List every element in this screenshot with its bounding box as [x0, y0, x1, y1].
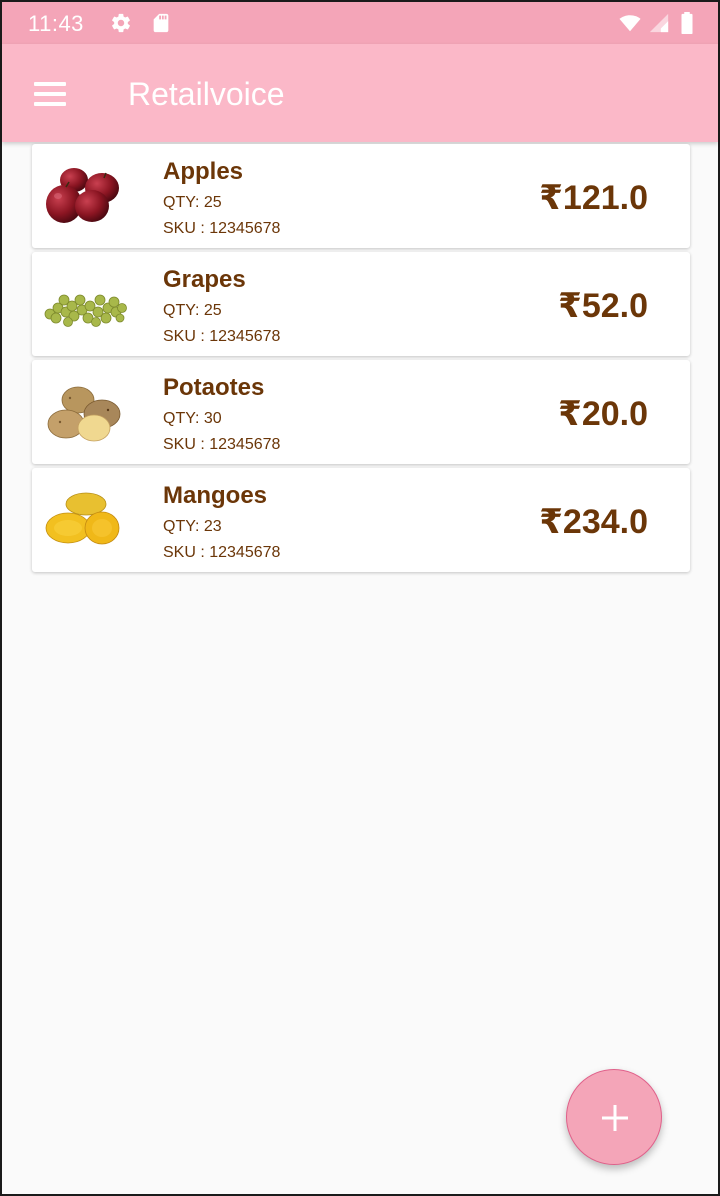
product-card-potatoes[interactable]: Potaotes QTY: 30 SKU : 12345678 ₹20.0: [32, 360, 690, 464]
potatoes-image: [47, 386, 121, 442]
menu-button[interactable]: [24, 72, 72, 116]
mangoes-image: [45, 492, 120, 545]
product-price: ₹121.0: [539, 179, 648, 217]
product-name: Grapes: [163, 266, 246, 293]
product-name: Potaotes: [163, 374, 265, 401]
product-list: Apples QTY: 25 SKU : 12345678 ₹121.0 Gra…: [32, 144, 690, 576]
product-price: ₹20.0: [558, 395, 648, 433]
product-sku: SKU : 12345678: [163, 220, 281, 237]
status-bar: 11:43: [2, 2, 718, 44]
product-name: Mangoes: [163, 482, 268, 509]
product-qty: QTY: 25: [163, 302, 222, 319]
gear-icon: [112, 13, 130, 33]
sd-card-icon: [153, 13, 169, 33]
product-price: ₹52.0: [558, 287, 648, 325]
battery-icon: [681, 12, 693, 34]
add-product-button[interactable]: [566, 1069, 662, 1165]
product-card-apples[interactable]: Apples QTY: 25 SKU : 12345678 ₹121.0: [32, 144, 690, 248]
product-name: Apples: [163, 158, 244, 185]
app-bar: Retailvoice: [2, 44, 718, 142]
product-sku: SKU : 12345678: [163, 544, 281, 561]
product-sku: SKU : 12345678: [163, 328, 281, 345]
product-card-mangoes[interactable]: Mangoes QTY: 23 SKU : 12345678 ₹234.0: [32, 468, 690, 572]
product-qty: QTY: 30: [163, 410, 222, 427]
plus-icon: [602, 1105, 628, 1131]
product-sku: SKU : 12345678: [163, 436, 281, 453]
product-card-grapes[interactable]: Grapes QTY: 25 SKU : 12345678 ₹52.0: [32, 252, 690, 356]
grapes-image: [44, 294, 127, 327]
app-title: Retailvoice: [128, 76, 285, 112]
signal-icon: [649, 13, 669, 33]
product-qty: QTY: 23: [163, 518, 222, 535]
product-price: ₹234.0: [539, 503, 648, 541]
product-qty: QTY: 25: [163, 194, 222, 211]
status-time: 11:43: [28, 11, 84, 36]
wifi-icon: [619, 15, 641, 32]
apples-image: [46, 168, 119, 223]
